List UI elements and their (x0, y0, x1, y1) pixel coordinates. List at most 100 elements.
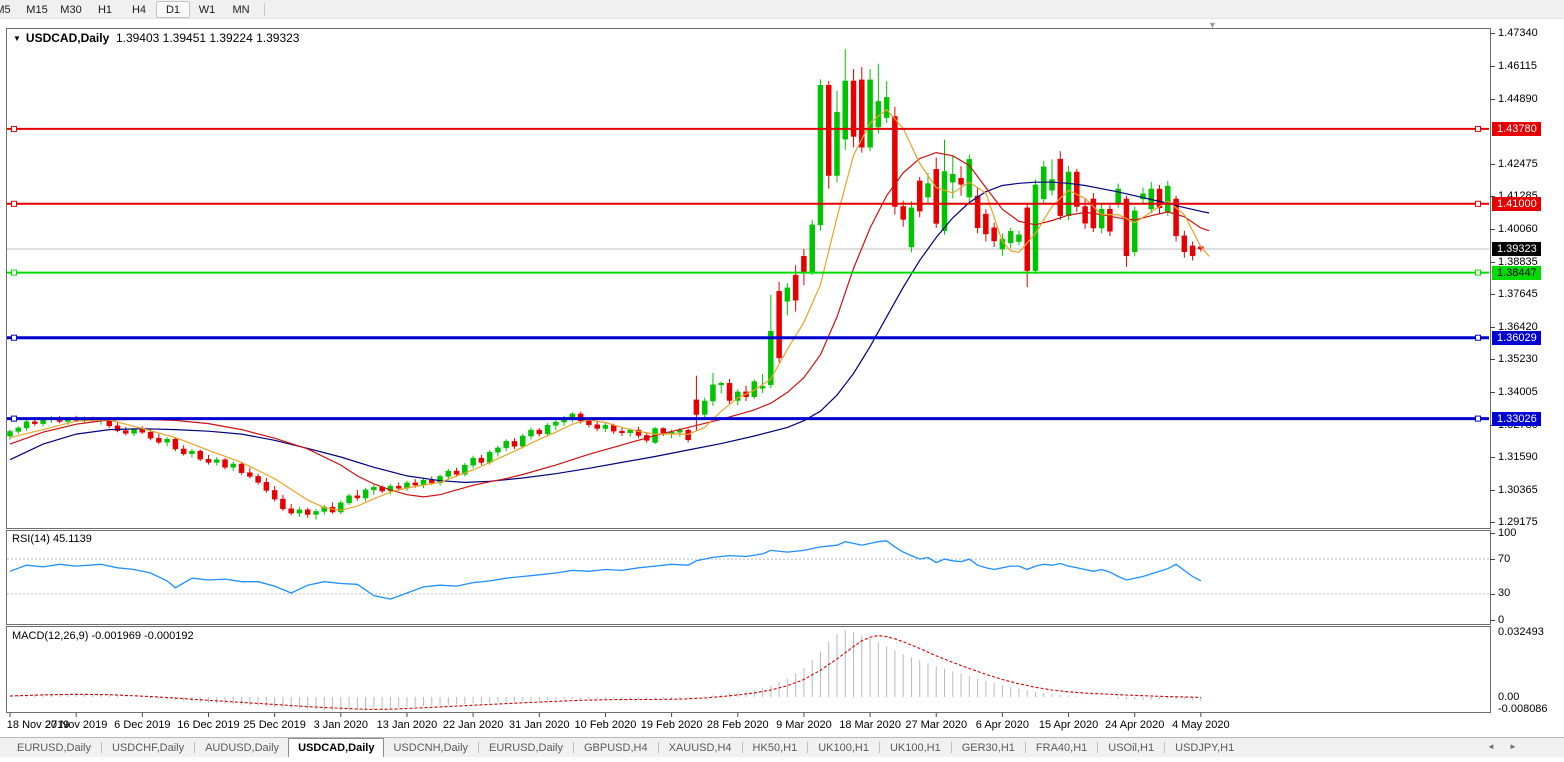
scroll-position-marker-icon: ▼ (1208, 20, 1217, 30)
price-axis-tick (1490, 490, 1495, 491)
chart-canvas[interactable] (0, 0, 1564, 737)
chart-dropdown-icon[interactable]: ▼ (13, 34, 21, 43)
chart-tab-ger30-h1[interactable]: GER30,H1 (953, 738, 1024, 757)
tab-scroll-right-button[interactable]: ► (1506, 740, 1520, 754)
price-axis-label: 1.30365 (1498, 484, 1538, 496)
tab-separator (1164, 742, 1165, 753)
date-axis-label: 24 Apr 2020 (1105, 719, 1164, 731)
date-axis-label: 18 Mar 2020 (839, 719, 901, 731)
date-axis-label: 27 Mar 2020 (905, 719, 967, 731)
macd-axis-label: -0.008086 (1498, 703, 1548, 715)
chart-tab-fra40-h1[interactable]: FRA40,H1 (1027, 738, 1096, 757)
date-axis-label: 4 May 2020 (1172, 719, 1229, 731)
macd-indicator-label: MACD(12,26,9) -0.001969 -0.000192 (12, 630, 194, 642)
date-axis-label: 6 Apr 2020 (976, 719, 1029, 731)
tab-separator (951, 742, 952, 753)
chart-tab-usdcad-daily[interactable]: USDCAD,Daily (288, 738, 384, 757)
price-axis-label: 1.44890 (1498, 93, 1538, 105)
chart-tab-hk50-h1[interactable]: HK50,H1 (744, 738, 807, 757)
date-axis-label: 25 Dec 2019 (243, 719, 305, 731)
price-axis-tick (1490, 229, 1495, 230)
tab-separator (658, 742, 659, 753)
date-axis-label: 13 Jan 2020 (377, 719, 438, 731)
rsi-pane-border (7, 531, 1491, 625)
date-axis-label: 22 Jan 2020 (443, 719, 504, 731)
price-badge-1-33026: 1.33026 (1492, 412, 1541, 426)
price-axis-label: 1.46115 (1498, 60, 1537, 72)
price-axis-label: 1.35230 (1498, 353, 1538, 365)
date-axis-label: 3 Jan 2020 (314, 719, 368, 731)
tab-separator (101, 742, 102, 753)
rsi-axis-tick (1490, 559, 1495, 560)
date-axis-label: 27 Nov 2019 (45, 719, 107, 731)
chart-tab-usdjpy-h1[interactable]: USDJPY,H1 (1166, 738, 1243, 757)
price-badge-1-36029: 1.36029 (1492, 331, 1541, 345)
price-axis-label: 1.31590 (1498, 451, 1538, 463)
price-axis-label: 1.47340 (1498, 27, 1538, 39)
date-axis-label: 15 Apr 2020 (1039, 719, 1098, 731)
price-axis-tick (1490, 99, 1495, 100)
date-axis-label: 9 Mar 2020 (776, 719, 832, 731)
chart-tab-usdcnh-daily[interactable]: USDCNH,Daily (384, 738, 477, 757)
chart-tab-gbpusd-h4[interactable]: GBPUSD,H4 (575, 738, 657, 757)
tab-separator (742, 742, 743, 753)
rsi-axis-label: 30 (1498, 587, 1510, 599)
rsi-axis-label: 0 (1498, 614, 1504, 626)
rsi-indicator-label: RSI(14) 45.1139 (12, 533, 92, 545)
chart-tab-bar: EURUSD,DailyUSDCHF,DailyAUDUSD,DailyUSDC… (0, 737, 1564, 762)
chart-tab-uk100-h1[interactable]: UK100,H1 (809, 738, 878, 757)
tab-separator (478, 742, 479, 753)
price-badge-1-39323: 1.39323 (1492, 242, 1541, 256)
tab-scroll-left-button[interactable]: ◄ (1484, 740, 1498, 754)
chart-tab-eurusd-daily[interactable]: EURUSD,Daily (8, 738, 100, 757)
chart-tab-xauusd-h4[interactable]: XAUUSD,H4 (660, 738, 741, 757)
rsi-axis-tick (1490, 620, 1495, 621)
chart-quote-ohlc: 1.39403 1.39451 1.39224 1.39323 (116, 31, 300, 45)
date-axis-label: 10 Feb 2020 (575, 719, 637, 731)
price-axis-tick (1490, 294, 1495, 295)
price-axis-tick (1490, 359, 1495, 360)
price-badge-1-41000: 1.41000 (1492, 197, 1541, 211)
price-axis-label: 1.34005 (1498, 386, 1538, 398)
date-axis-label: 31 Jan 2020 (509, 719, 570, 731)
date-axis-label: 16 Dec 2019 (177, 719, 239, 731)
date-axis-label: 28 Feb 2020 (707, 719, 769, 731)
price-axis-tick (1490, 33, 1495, 34)
main-pane-border (7, 29, 1491, 529)
date-axis-label: 19 Feb 2020 (641, 719, 703, 731)
chart-tab-eurusd-daily[interactable]: EURUSD,Daily (480, 738, 572, 757)
macd-axis-label: 0.00 (1498, 691, 1519, 703)
price-badge-1-43780: 1.43780 (1492, 122, 1541, 136)
tab-separator (807, 742, 808, 753)
tab-separator (1097, 742, 1098, 753)
chart-tab-uk100-h1[interactable]: UK100,H1 (881, 738, 950, 757)
price-axis-label: 1.37645 (1498, 288, 1538, 300)
price-axis-label: 1.40060 (1498, 223, 1538, 235)
price-axis-tick (1490, 522, 1495, 523)
price-axis-label: 1.42475 (1498, 158, 1538, 170)
price-axis-tick (1490, 164, 1495, 165)
chart-tab-usdchf-daily[interactable]: USDCHF,Daily (103, 738, 193, 757)
chart-tab-audusd-daily[interactable]: AUDUSD,Daily (196, 738, 288, 757)
macd-axis-label: 0.032493 (1498, 626, 1544, 638)
price-axis-tick (1490, 327, 1495, 328)
application-window: M5M15M30H1H4D1W1MN ▼USDCAD,Daily 1.39403… (0, 0, 1564, 762)
rsi-axis-label: 70 (1498, 553, 1510, 565)
rsi-axis-label: 100 (1498, 527, 1516, 539)
price-badge-1-38447: 1.38447 (1492, 266, 1541, 280)
price-axis-tick (1490, 392, 1495, 393)
tab-separator (573, 742, 574, 753)
macd-pane-border (7, 627, 1491, 713)
chart-title: ▼ USDCAD,Daily 1.39403 1.39451 1.39224 1.… (13, 31, 299, 45)
tab-separator (194, 742, 195, 753)
price-axis-tick (1490, 66, 1495, 67)
price-axis-tick (1490, 262, 1495, 263)
chart-tab-usoil-h1[interactable]: USOil,H1 (1099, 738, 1163, 757)
chart-symbol-label: USDCAD,Daily (26, 31, 109, 45)
date-axis-label: 6 Dec 2019 (114, 719, 170, 731)
rsi-axis-tick (1490, 533, 1495, 534)
tab-separator (1025, 742, 1026, 753)
price-axis-tick (1490, 457, 1495, 458)
rsi-axis-tick (1490, 594, 1495, 595)
tab-separator (879, 742, 880, 753)
